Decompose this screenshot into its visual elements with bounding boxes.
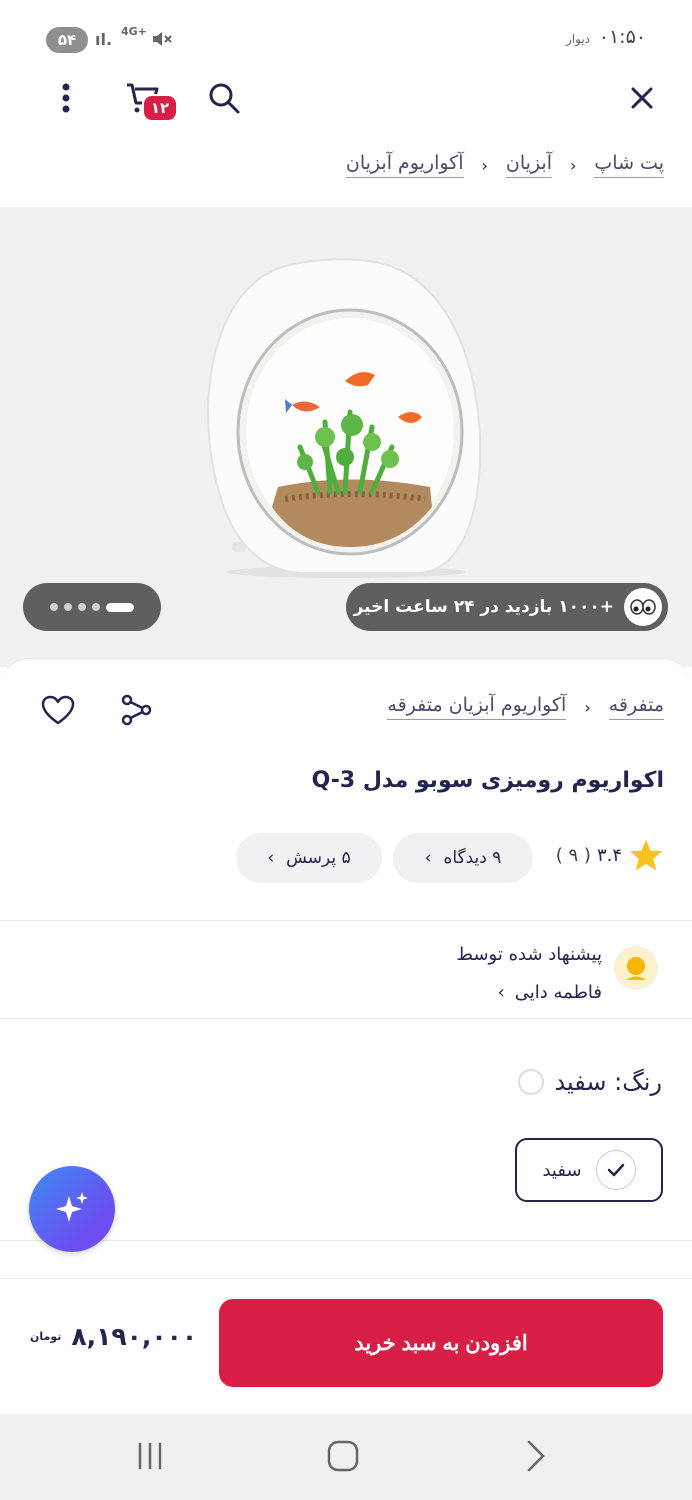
recent-apps-button[interactable] bbox=[120, 1426, 180, 1486]
recent-apps-icon bbox=[138, 1443, 162, 1469]
category-aquarium-misc-link[interactable]: آکواریوم آبزیان متفرقه bbox=[387, 694, 567, 720]
sparkles-icon bbox=[56, 1192, 88, 1222]
price-currency: تومان bbox=[30, 1330, 62, 1343]
chevron-left-icon: ‹ bbox=[584, 697, 591, 717]
home-icon bbox=[327, 1440, 359, 1472]
divider bbox=[0, 920, 692, 921]
chevron-left-icon: › bbox=[267, 848, 275, 868]
breadcrumb-aquatics[interactable]: آبزیان bbox=[505, 152, 552, 178]
category-misc-link[interactable]: متفرقه bbox=[608, 694, 664, 720]
add-to-cart-button[interactable]: افزودن به سبد خرید bbox=[219, 1299, 663, 1387]
breadcrumb-pet-shop[interactable]: پت شاپ bbox=[594, 152, 664, 178]
search-button[interactable] bbox=[200, 74, 248, 122]
star-icon bbox=[629, 839, 663, 871]
pagination-dot[interactable] bbox=[92, 603, 100, 611]
close-button[interactable] bbox=[618, 74, 666, 122]
status-time: ۰۱:۵۰ bbox=[598, 26, 646, 48]
chevron-left-icon: ‹ bbox=[570, 155, 577, 175]
share-icon bbox=[121, 694, 152, 726]
color-variant-option[interactable]: سفید bbox=[515, 1138, 663, 1202]
price-value: ۸,۱۹۰,۰۰۰ bbox=[71, 1322, 198, 1351]
color-section-title: رنگ: سفید bbox=[518, 1068, 662, 1096]
pagination-dot[interactable] bbox=[78, 603, 86, 611]
product-price: تومان ۸,۱۹۰,۰۰۰ bbox=[30, 1322, 197, 1351]
network-indicator: 4G+ bbox=[121, 25, 147, 38]
pagination-dot[interactable] bbox=[64, 603, 72, 611]
product-rating[interactable]: ۳.۴ ( ۹ ) bbox=[556, 838, 664, 872]
suggested-by-link[interactable]: فاطمه دایی › bbox=[498, 982, 602, 1003]
more-vertical-icon bbox=[62, 83, 70, 113]
battery-indicator: ۵۴ bbox=[46, 27, 88, 53]
recent-views-badge: +۱۰۰۰ بازدید در ۲۴ ساعت اخیر bbox=[346, 583, 668, 631]
check-icon bbox=[595, 1150, 636, 1190]
pagination-dot[interactable] bbox=[50, 603, 58, 611]
reviews-chip-label: ۹ دیدگاه bbox=[443, 848, 502, 868]
color-swatch bbox=[518, 1069, 545, 1095]
pagination-dot-active[interactable] bbox=[106, 602, 134, 612]
back-button[interactable] bbox=[506, 1426, 566, 1486]
questions-chip-label: ۵ پرسش bbox=[286, 848, 351, 868]
chevron-left-icon: › bbox=[497, 982, 505, 1003]
status-bar: ۵۴ ıl. 4G+ دیوار ۰۱:۵۰ bbox=[0, 0, 692, 72]
reviews-chip[interactable]: ۹ دیدگاه › bbox=[393, 833, 533, 883]
suggester-name: فاطمه دایی bbox=[514, 982, 602, 1003]
color-variant-label: سفید bbox=[542, 1159, 582, 1181]
back-icon bbox=[527, 1440, 545, 1472]
signal-icon: ıl. bbox=[95, 30, 113, 49]
divider bbox=[0, 1018, 692, 1019]
mute-icon bbox=[150, 27, 176, 51]
eyes-icon bbox=[624, 588, 662, 626]
home-button[interactable] bbox=[313, 1426, 373, 1486]
color-label: رنگ: سفید bbox=[554, 1068, 662, 1096]
favorite-button[interactable] bbox=[34, 686, 82, 734]
suggester-avatar bbox=[614, 946, 658, 990]
chevron-left-icon: ‹ bbox=[481, 155, 488, 175]
recent-views-text: +۱۰۰۰ بازدید در ۲۴ ساعت اخیر bbox=[353, 597, 614, 617]
ai-assistant-button[interactable] bbox=[29, 1166, 115, 1252]
chevron-left-icon: › bbox=[424, 848, 432, 868]
heart-icon bbox=[41, 695, 75, 725]
rating-value: ۳.۴ bbox=[596, 844, 622, 866]
rating-count: ( ۹ ) bbox=[555, 844, 591, 866]
status-carrier: دیوار bbox=[565, 32, 590, 46]
category-breadcrumb: متفرقه ‹ آکواریوم آبزیان متفرقه bbox=[387, 694, 664, 720]
system-navigation-bar bbox=[0, 1414, 692, 1500]
product-title: اکواریوم رومیزی سوبو مدل Q-3 bbox=[311, 768, 664, 793]
breadcrumb: پت شاپ ‹ آبزیان ‹ آکواریوم آبزیان bbox=[345, 152, 664, 178]
breadcrumb-aquarium[interactable]: آکواریوم آبزیان bbox=[345, 152, 464, 178]
cart-count-badge: ۱۲ bbox=[142, 94, 178, 122]
suggested-by-label: پیشنهاد شده توسط bbox=[456, 944, 602, 965]
search-icon bbox=[209, 83, 240, 114]
gallery-pagination bbox=[23, 583, 161, 631]
share-button[interactable] bbox=[112, 686, 160, 734]
more-options-button[interactable] bbox=[42, 74, 90, 122]
divider bbox=[0, 1240, 692, 1241]
close-icon bbox=[631, 87, 653, 109]
questions-chip[interactable]: ۵ پرسش › bbox=[236, 833, 382, 883]
